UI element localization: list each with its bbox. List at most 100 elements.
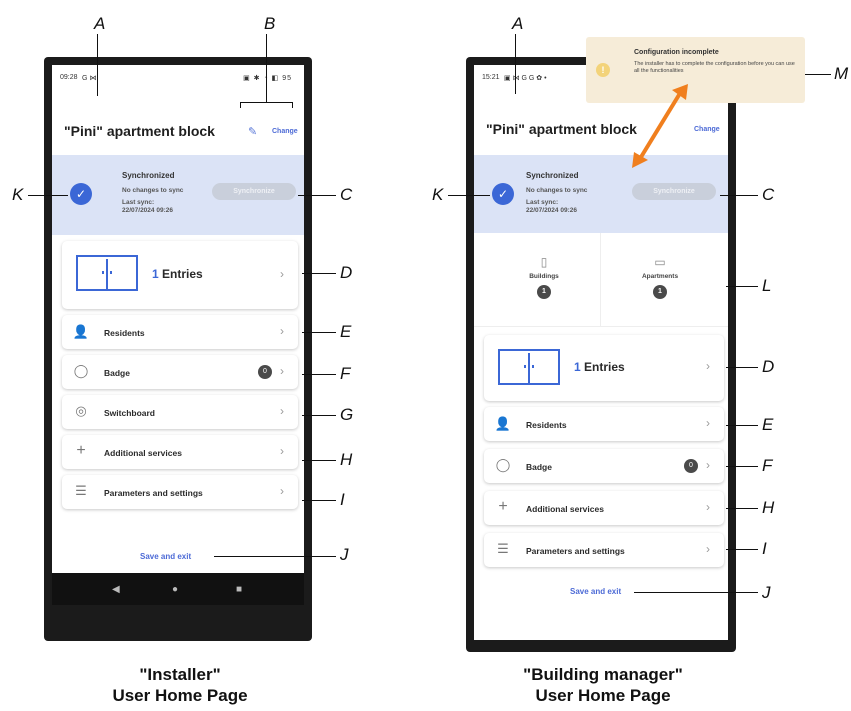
callout-a: A: [512, 14, 524, 33]
back-icon[interactable]: ◀: [112, 584, 120, 595]
person-icon: 👤: [494, 416, 512, 431]
chevron-right-icon: ›: [280, 444, 284, 458]
android-nav-bar: ◀ ● ■: [52, 573, 304, 605]
menu-item-residents[interactable]: 👤 Residents ›: [62, 315, 298, 349]
menu-item-additional-services[interactable]: + Additional services ›: [62, 435, 298, 469]
entries-card[interactable]: 1 Entries ›: [484, 335, 724, 401]
chevron-right-icon: ›: [280, 404, 284, 418]
menu-item-label: Parameters and settings: [104, 488, 203, 498]
menu-item-label: Additional services: [104, 448, 182, 458]
installer-phone-frame: 09:28 G ⋈ ▣ ✱ ◔ ◧ 95 "Pini" apartment bl…: [44, 57, 312, 641]
callout-g: G: [340, 405, 354, 424]
callout-c: C: [762, 185, 775, 204]
last-sync-label: Last sync:: [122, 199, 155, 206]
badge-count: 0: [684, 459, 698, 473]
recents-icon[interactable]: ■: [236, 584, 242, 595]
page-title: "Pini" apartment block: [486, 121, 637, 137]
menu-item-parameters[interactable]: ☰ Parameters and settings ›: [484, 533, 724, 567]
menu-item-label: Badge: [104, 368, 130, 378]
callout-c: C: [340, 185, 353, 204]
menu-item-badge[interactable]: ◯ Badge 0 ›: [62, 355, 298, 389]
sliders-icon: ☰: [75, 483, 87, 498]
callout-m: M: [834, 64, 849, 83]
entries-label: 1 Entries: [574, 360, 625, 374]
synchronize-button[interactable]: Synchronize: [632, 183, 716, 200]
caption-page: User Home Page: [535, 686, 671, 705]
callout-j: J: [762, 583, 771, 602]
menu-item-label: Residents: [526, 420, 567, 430]
callout-h: H: [340, 450, 353, 469]
entries-card[interactable]: 1 Entries ›: [62, 241, 298, 309]
menu-item-label: Additional services: [526, 504, 604, 514]
apartment-icon: ▭: [654, 255, 666, 269]
menu-item-label: Parameters and settings: [526, 546, 625, 556]
menu-item-label: Badge: [526, 462, 552, 472]
synchronize-button[interactable]: Synchronize: [212, 183, 296, 200]
warning-icon: !: [596, 63, 610, 77]
building-icon: ▯: [540, 255, 548, 269]
callout-k: K: [432, 185, 444, 204]
chevron-right-icon: ›: [706, 359, 710, 373]
stat-buildings[interactable]: ▯ Buildings 1: [514, 255, 574, 299]
pencil-icon[interactable]: ✎: [248, 125, 257, 138]
save-and-exit-link[interactable]: Save and exit: [140, 552, 191, 561]
chevron-right-icon: ›: [280, 364, 284, 378]
sync-title: Synchronized: [122, 171, 175, 180]
caption-role: "Building manager": [523, 665, 683, 684]
chevron-right-icon: ›: [280, 324, 284, 338]
callout-e: E: [340, 322, 352, 341]
menu-item-additional-services[interactable]: + Additional services ›: [484, 491, 724, 525]
chevron-right-icon: ›: [706, 500, 710, 514]
menu-item-parameters[interactable]: ☰ Parameters and settings ›: [62, 475, 298, 509]
caption-role: "Installer": [139, 665, 221, 684]
menu-item-label: Residents: [104, 328, 145, 338]
callout-l: L: [762, 276, 772, 295]
check-icon: ✓: [70, 183, 92, 205]
stat-count: 1: [537, 285, 551, 299]
door-icon: [76, 255, 138, 291]
sync-status: No changes to sync: [526, 187, 588, 194]
callout-j: J: [340, 545, 349, 564]
manager-caption: "Building manager" User Home Page: [498, 664, 708, 706]
menu-item-badge[interactable]: ◯ Badge 0 ›: [484, 449, 724, 483]
sync-status: No changes to sync: [122, 187, 184, 194]
stat-label: Buildings: [529, 273, 559, 280]
status-left-icons: ▣ ⋈ G G ✿ •: [504, 75, 547, 82]
save-and-exit-link[interactable]: Save and exit: [570, 587, 621, 596]
status-left-icons: G ⋈: [82, 75, 97, 82]
caption-page: User Home Page: [112, 686, 248, 705]
entries-text: Entries: [162, 267, 203, 281]
sync-panel: ✓ Synchronized No changes to sync Last s…: [52, 155, 304, 235]
door-icon: [498, 349, 560, 385]
stat-label: Apartments: [641, 273, 679, 280]
chevron-right-icon: ›: [280, 484, 284, 498]
callout-d: D: [340, 263, 353, 282]
home-icon[interactable]: ●: [172, 584, 178, 595]
last-sync-label: Last sync:: [526, 199, 559, 206]
badge-icon: ◯: [495, 457, 511, 472]
menu-item-switchboard[interactable]: ◎ Switchboard ›: [62, 395, 298, 429]
stats-row: ▯ Buildings 1 ▭ Apartments 1: [474, 233, 728, 327]
callout-f: F: [340, 364, 351, 383]
page-title: "Pini" apartment block: [64, 123, 215, 139]
chevron-right-icon: ›: [706, 542, 710, 556]
notice-message: The installer has to complete the config…: [634, 61, 795, 74]
chevron-right-icon: ›: [280, 267, 284, 281]
change-button[interactable]: Change: [272, 128, 298, 135]
callout-k: K: [12, 185, 24, 204]
stat-apartments[interactable]: ▭ Apartments 1: [630, 255, 690, 299]
installer-screen: 09:28 G ⋈ ▣ ✱ ◔ ◧ 95 "Pini" apartment bl…: [52, 65, 304, 605]
switchboard-icon: ◎: [75, 403, 87, 418]
installer-caption: "Installer" User Home Page: [90, 664, 270, 706]
badge-count: 0: [258, 365, 272, 379]
chevron-right-icon: ›: [706, 458, 710, 472]
sync-title: Synchronized: [526, 171, 579, 180]
last-sync-date: 22/07/2024 09:26: [526, 207, 577, 214]
entries-text: Entries: [584, 360, 625, 374]
callout-a: A: [94, 14, 106, 33]
menu-item-residents[interactable]: 👤 Residents ›: [484, 407, 724, 441]
plus-icon: +: [498, 498, 508, 515]
chevron-right-icon: ›: [706, 416, 710, 430]
plus-icon: +: [76, 442, 86, 459]
entries-count: 1: [574, 360, 581, 374]
